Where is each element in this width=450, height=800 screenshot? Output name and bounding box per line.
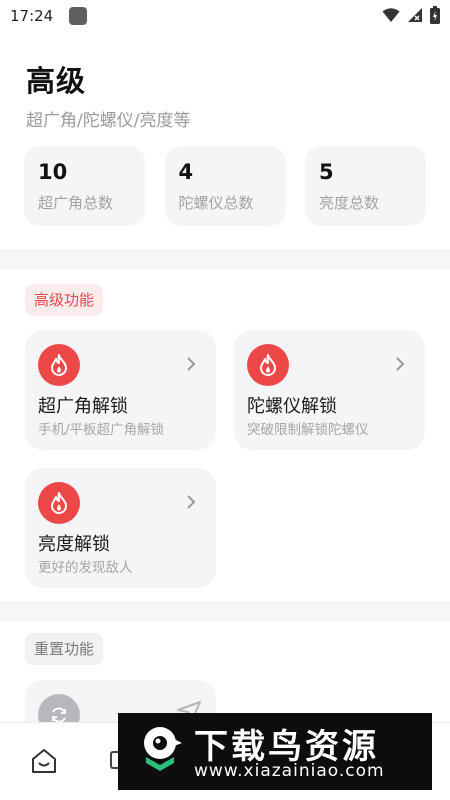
page-title: 高级 (26, 64, 87, 98)
stat-card-gyroscope: 4 陀螺仪总数 (164, 146, 286, 226)
status-time: 17:24 (10, 7, 54, 25)
chevron-right-icon (187, 495, 196, 509)
feature-desc: 手机/平板超广角解锁 (38, 422, 165, 438)
feature-card-gyroscope[interactable]: 陀螺仪解锁 突破限制解锁陀螺仪 (234, 330, 425, 450)
home-icon[interactable] (30, 747, 58, 775)
stat-label: 超广角总数 (38, 194, 114, 212)
watermark-url: www.xiazainiao.com (194, 761, 385, 781)
stats-row: 10 超广角总数 4 陀螺仪总数 5 亮度总数 (24, 146, 426, 226)
section-divider (0, 249, 450, 269)
status-icons (382, 6, 440, 24)
chevron-right-icon (396, 357, 405, 371)
section-tag-advanced: 高级功能 (25, 284, 104, 316)
feature-card-brightness[interactable]: 亮度解锁 更好的发现敌人 (25, 468, 216, 588)
section-tag-reset: 重置功能 (25, 633, 104, 665)
page-header: 高级 超广角/陀螺仪/亮度等 (26, 58, 190, 131)
status-bar: 17:24 (0, 0, 450, 32)
app-notification-icon (69, 7, 88, 25)
chevron-right-icon (187, 357, 196, 371)
bird-logo-icon (144, 727, 182, 771)
flame-icon (38, 482, 80, 524)
signal-icon (408, 8, 422, 22)
flame-icon (38, 344, 80, 386)
stat-label: 亮度总数 (319, 194, 380, 212)
stat-value: 4 (178, 160, 194, 184)
section-divider (0, 601, 450, 621)
stat-card-brightness: 5 亮度总数 (305, 146, 426, 226)
stat-label: 陀螺仪总数 (178, 194, 254, 212)
feature-desc: 更好的发现敌人 (38, 560, 133, 576)
stat-value: 10 (38, 160, 68, 184)
stat-card-wide-angle: 10 超广角总数 (24, 146, 145, 226)
feature-desc: 突破限制解锁陀螺仪 (247, 422, 369, 438)
wifi-icon (382, 8, 400, 22)
feature-title: 超广角解锁 (38, 396, 128, 417)
stat-value: 5 (319, 160, 334, 184)
feature-title: 亮度解锁 (38, 534, 110, 555)
page-subtitle: 超广角/陀螺仪/亮度等 (26, 111, 191, 131)
flame-icon (247, 344, 289, 386)
feature-card-wide-angle[interactable]: 超广角解锁 手机/平板超广角解锁 (25, 330, 216, 450)
battery-icon (430, 6, 440, 24)
feature-title: 陀螺仪解锁 (247, 396, 337, 417)
watermark-banner: 下载鸟资源 www.xiazainiao.com (118, 713, 432, 790)
